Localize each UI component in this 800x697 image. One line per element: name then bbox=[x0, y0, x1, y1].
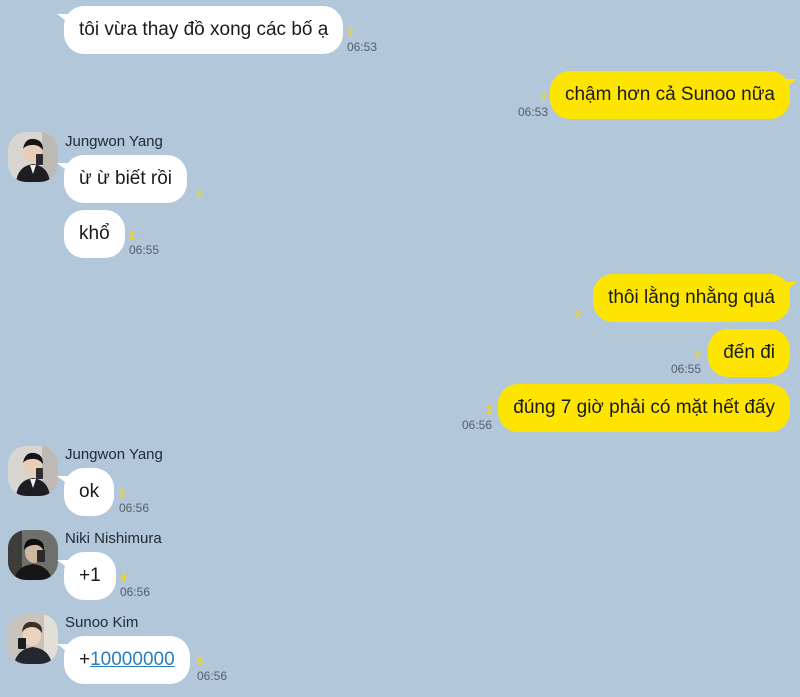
avatar-niki-icon[interactable] bbox=[8, 530, 58, 580]
message-time: 06:56 bbox=[462, 418, 493, 432]
avatar-sunoo-icon[interactable] bbox=[8, 614, 58, 664]
avatar-jungwon-icon[interactable] bbox=[8, 132, 58, 182]
unread-count: 2 bbox=[196, 189, 203, 201]
message-bubble[interactable]: ok bbox=[56, 468, 115, 516]
message-time: 06:56 bbox=[119, 501, 150, 515]
unread-count: 2 bbox=[575, 309, 582, 321]
message-bubble[interactable]: +10000000 bbox=[57, 636, 190, 684]
message-text: + bbox=[79, 649, 91, 670]
message-bubble[interactable]: +1 bbox=[57, 552, 116, 600]
sender-name: Sunoo Kim bbox=[65, 614, 139, 631]
message-time: 06:56 bbox=[197, 669, 228, 683]
message-link[interactable]: 10000000 bbox=[90, 649, 175, 671]
unread-count: 3 bbox=[119, 488, 126, 500]
message-time: 06:55 bbox=[129, 243, 160, 257]
message-bubble-mine[interactable]: thôi lằng nhằng quá bbox=[593, 274, 797, 322]
message-bubble[interactable]: ừ ừ biết rồi bbox=[56, 155, 188, 203]
message-bubble-mine[interactable]: đến đi bbox=[708, 329, 790, 377]
sender-name: Jungwon Yang bbox=[65, 446, 163, 463]
unread-count: 2 bbox=[541, 91, 548, 103]
unread-count: 4 bbox=[120, 572, 127, 584]
unread-count: 5 bbox=[197, 656, 204, 668]
message-time: 06:56 bbox=[120, 585, 151, 599]
message-time: 06:53 bbox=[347, 40, 378, 54]
sender-name: Niki Nishimura bbox=[65, 530, 162, 547]
unread-count: 2 bbox=[347, 27, 354, 39]
unread-count: 2 bbox=[695, 349, 702, 361]
message-time: 06:55 bbox=[671, 362, 702, 376]
message-bubble[interactable]: tôi vừa thay đồ xong các bố ạ bbox=[56, 6, 344, 54]
unread-count: 2 bbox=[129, 230, 136, 242]
avatar-jungwon-icon[interactable] bbox=[8, 446, 58, 496]
unread-count: 2 bbox=[486, 404, 493, 416]
message-time: 06:53 bbox=[518, 105, 549, 119]
sender-name: Jungwon Yang bbox=[65, 133, 163, 150]
message-bubble-mine[interactable]: chậm hơn cả Sunoo nữa bbox=[549, 71, 798, 119]
message-bubble[interactable]: khổ bbox=[64, 210, 125, 258]
message-bubble-mine[interactable]: đúng 7 giờ phải có mặt hết đấy bbox=[498, 384, 790, 432]
